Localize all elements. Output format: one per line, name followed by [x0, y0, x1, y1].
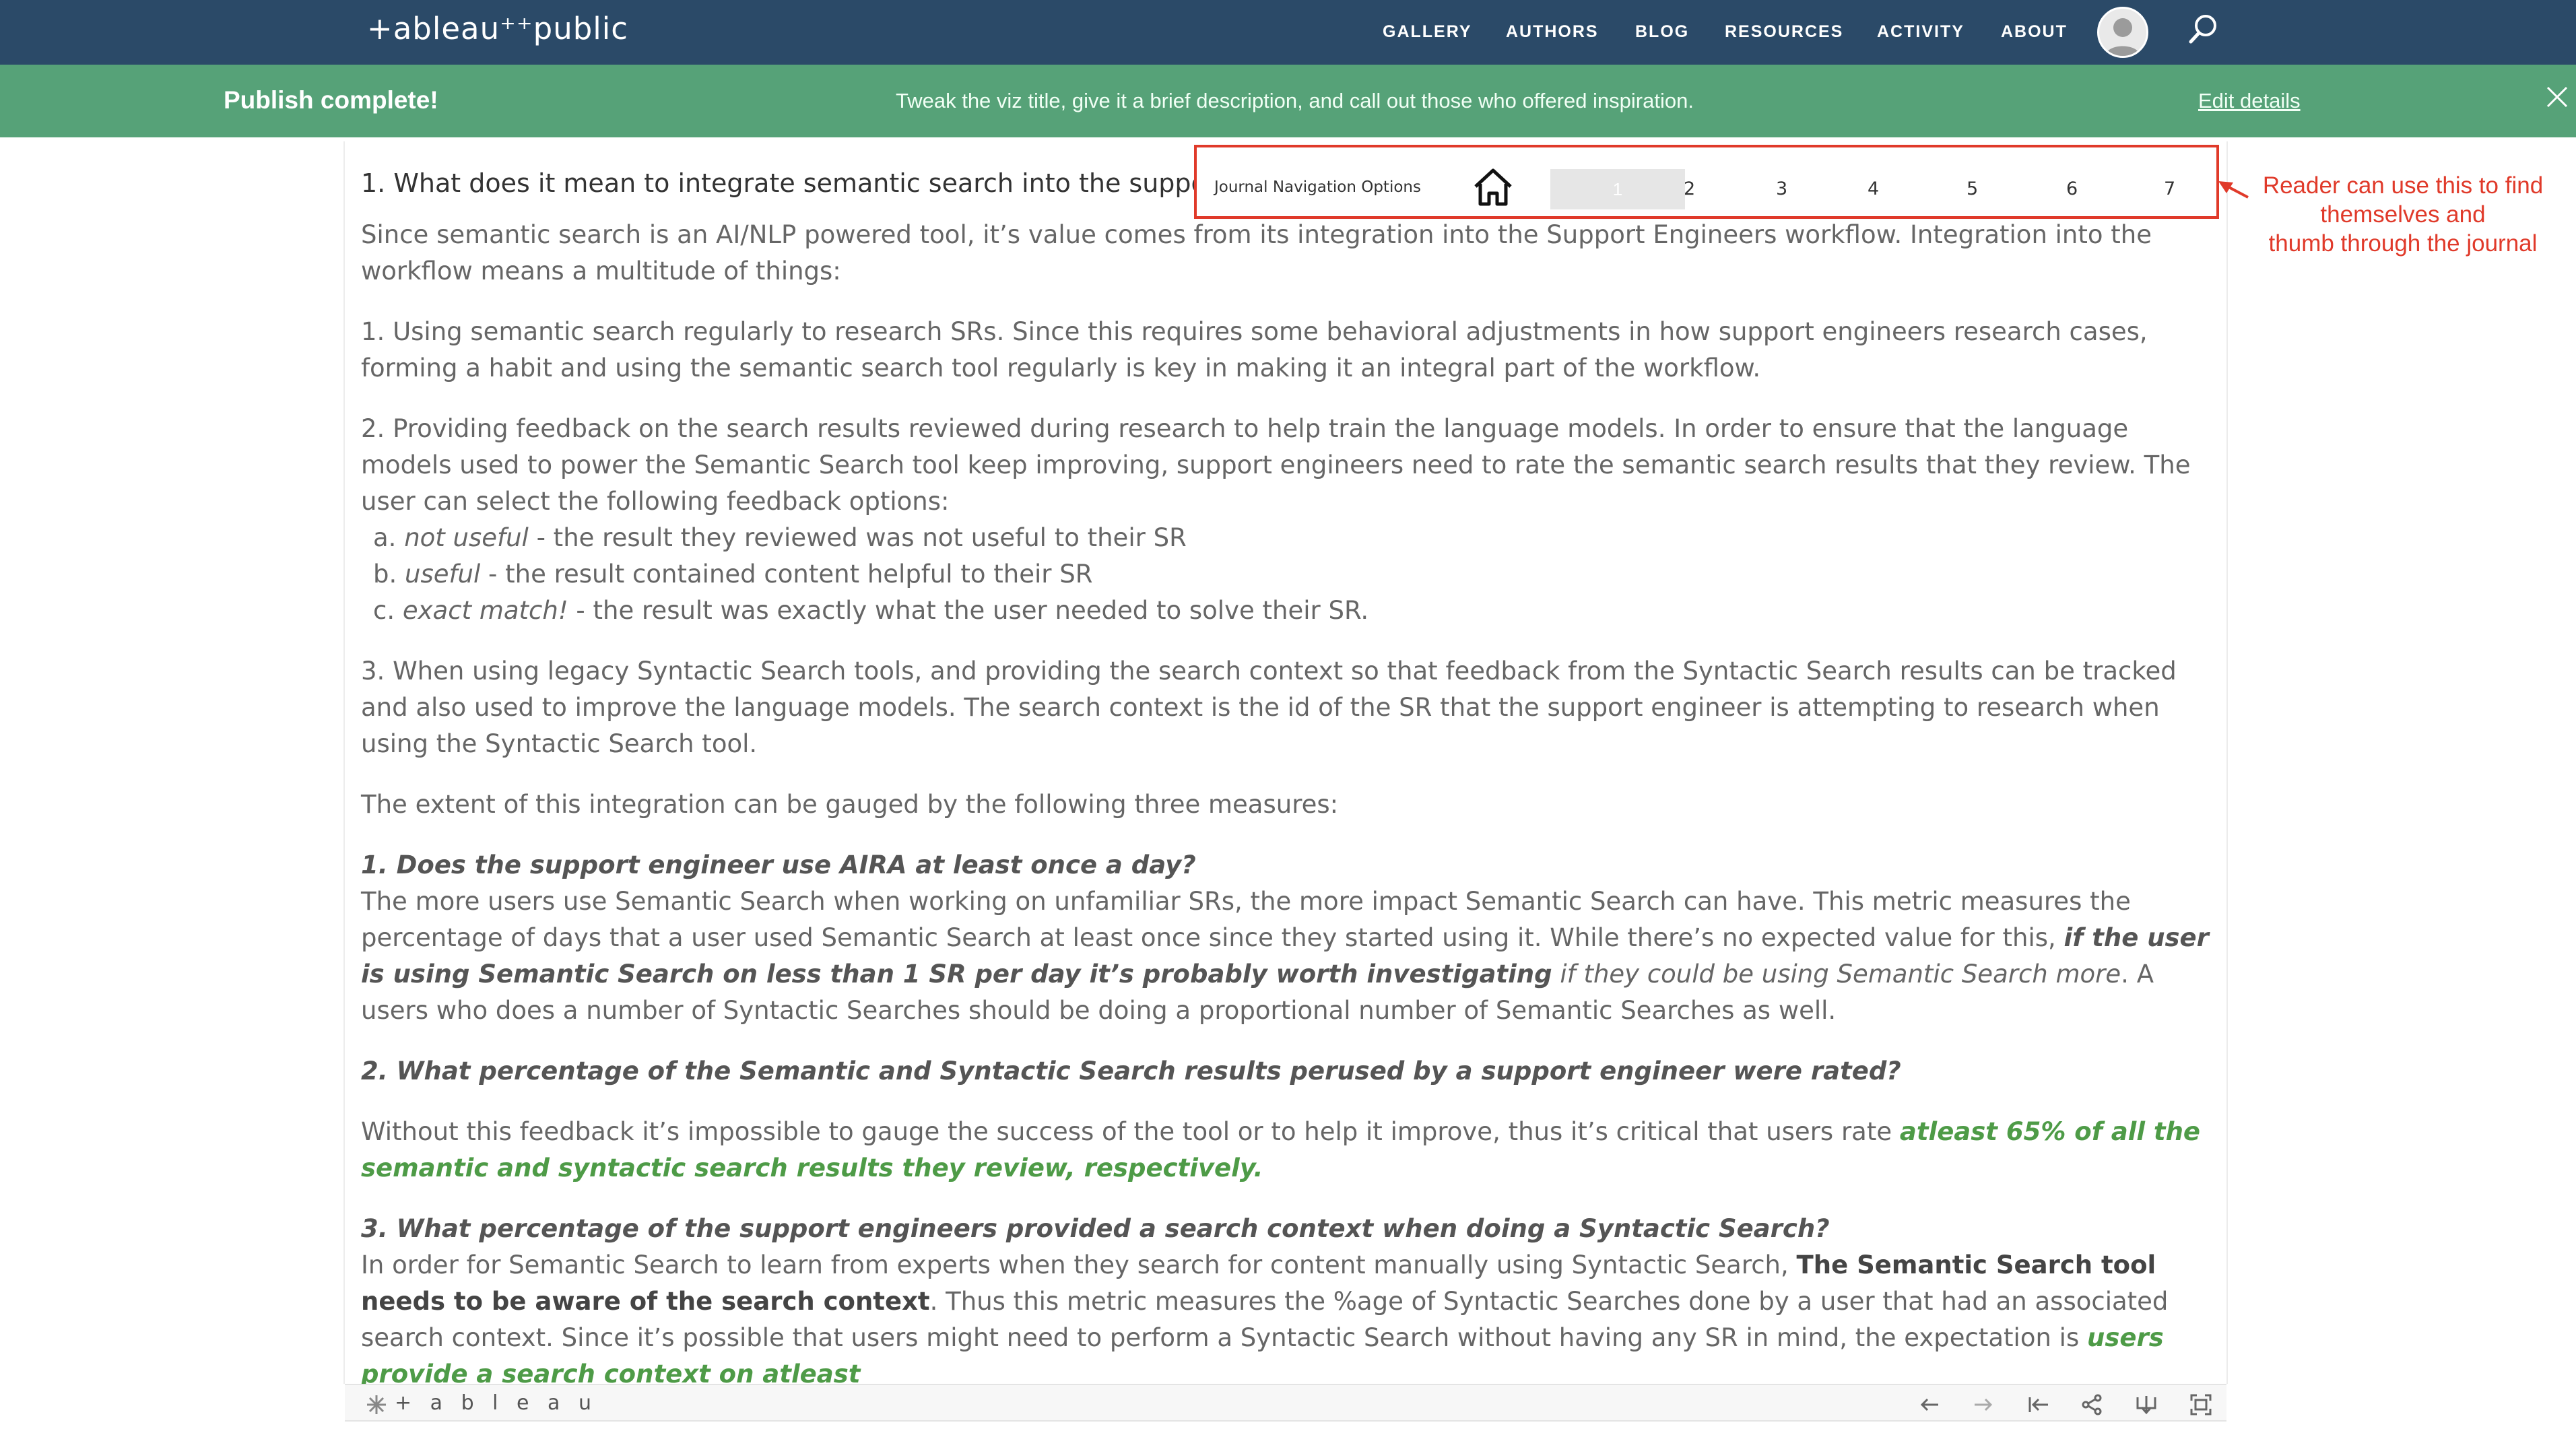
edit-details-link[interactable]: Edit details — [2198, 89, 2301, 113]
search-icon[interactable] — [2185, 12, 2220, 47]
close-icon[interactable] — [2544, 84, 2571, 110]
redo-icon[interactable] — [1972, 1393, 1995, 1416]
question-3-body: In order for Semantic Search to learn fr… — [361, 1247, 2220, 1384]
feedback-option-a: a. not useful - the result they reviewed… — [373, 523, 1187, 552]
annotation-note: Reader can use this to find themselves a… — [2248, 171, 2558, 258]
nav-resources[interactable]: RESOURCES — [1725, 22, 1843, 42]
top-navbar: +ableau⁺⁺public GALLERY AUTHORS BLOG RES… — [0, 0, 2576, 65]
home-icon[interactable] — [1473, 168, 1513, 207]
question-3-heading: 3. What percentage of the support engine… — [361, 1214, 1830, 1243]
tableau-toolbar-logo: + a b l e a u — [395, 1391, 597, 1415]
journal-navigation-panel: Journal Navigation Options 1 2 3 4 5 6 7 — [1194, 145, 2219, 219]
feedback-option-c: c. exact match! - the result was exactly… — [373, 596, 1369, 625]
feedback-option-b: b. useful - the result contained content… — [373, 560, 1093, 589]
option-a-term: not useful — [404, 523, 529, 552]
journal-page-2-button[interactable]: 2 — [1684, 178, 1695, 199]
point-1-paragraph: 1. Using semantic search regularly to re… — [361, 317, 2148, 382]
nav-gallery[interactable]: GALLERY — [1383, 22, 1472, 42]
viz-toolbar: + a b l e a u — [345, 1384, 2226, 1422]
banner-title: Publish complete! — [224, 86, 438, 114]
annotation-line-1: Reader can use this to find — [2262, 172, 2544, 199]
annotation-line-3: thumb through the journal — [2268, 230, 2538, 257]
question-1-body: The more users use Semantic Search when … — [361, 887, 2209, 1025]
option-b-term: useful — [405, 560, 481, 589]
nav-about[interactable]: ABOUT — [2001, 22, 2068, 42]
journal-page-4-button[interactable]: 4 — [1868, 178, 1879, 199]
question-2-body: Without this feedback it’s impossible to… — [361, 1117, 2201, 1182]
journal-text: Since semantic search is an AI/NLP power… — [361, 217, 2220, 1384]
measures-intro: The extent of this integration can be ga… — [361, 790, 1339, 819]
journal-page-6-button[interactable]: 6 — [2066, 178, 2078, 199]
user-avatar[interactable] — [2097, 7, 2148, 58]
nav-blog[interactable]: BLOG — [1635, 22, 1689, 42]
journal-page-1-button[interactable]: 1 — [1550, 169, 1685, 209]
nav-activity[interactable]: ACTIVITY — [1877, 22, 1964, 42]
annotation-line-2: themselves and — [2320, 201, 2486, 228]
question-1-heading: 1. Does the support engineer use AIRA at… — [361, 850, 1196, 879]
viz-frame: 1. What does it mean to integrate semant… — [343, 141, 2228, 1384]
intro-paragraph: Since semantic search is an AI/NLP power… — [361, 220, 2152, 286]
fullscreen-icon[interactable] — [2189, 1393, 2212, 1416]
share-icon[interactable] — [2080, 1393, 2103, 1416]
revert-icon[interactable] — [2026, 1393, 2049, 1416]
question-2-heading: 2. What percentage of the Semantic and S… — [361, 1057, 1901, 1086]
tableau-mark-icon — [367, 1395, 386, 1414]
point-2-paragraph: 2. Providing feedback on the search resu… — [361, 411, 2220, 520]
journal-page-3-button[interactable]: 3 — [1776, 178, 1787, 199]
point-2-text: 2. Providing feedback on the search resu… — [361, 414, 2191, 516]
publish-banner: Publish complete! Tweak the viz title, g… — [0, 65, 2576, 137]
nav-authors[interactable]: AUTHORS — [1506, 22, 1599, 42]
tableau-public-logo[interactable]: +ableau⁺⁺public — [367, 11, 628, 46]
section-title: 1. What does it mean to integrate semant… — [361, 168, 1228, 198]
journal-page-5-button[interactable]: 5 — [1967, 178, 1978, 199]
option-c-term: exact match! — [402, 596, 568, 625]
undo-icon[interactable] — [1918, 1393, 1941, 1416]
point-3-paragraph: 3. When using legacy Syntactic Search to… — [361, 657, 2177, 758]
banner-message: Tweak the viz title, give it a brief des… — [896, 89, 1694, 112]
journal-page-7-button[interactable]: 7 — [2164, 178, 2175, 199]
journal-nav-label: Journal Navigation Options — [1214, 178, 1421, 196]
download-icon[interactable] — [2135, 1393, 2158, 1416]
user-icon — [2105, 18, 2141, 56]
